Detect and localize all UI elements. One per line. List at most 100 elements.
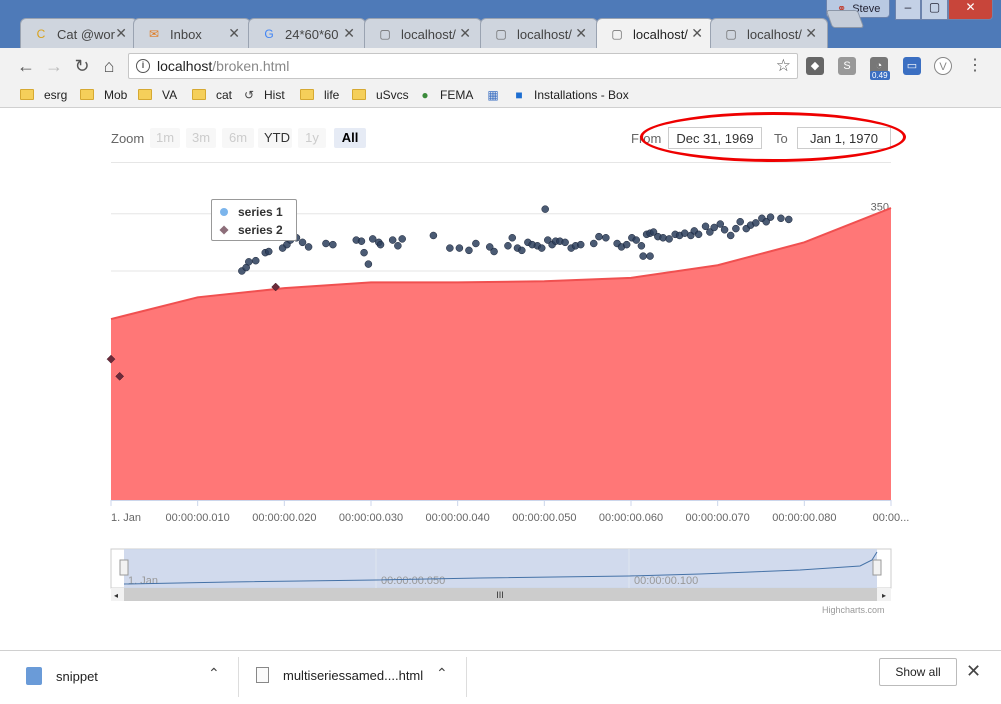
tab-close-icon[interactable]: ✕ xyxy=(575,25,587,42)
bookmark-cat[interactable]: cat xyxy=(192,88,232,102)
series-1-point[interactable] xyxy=(368,235,377,243)
chevron-up-icon[interactable]: ⌃ xyxy=(436,665,448,682)
series-1-point[interactable] xyxy=(777,214,785,223)
tab-2[interactable]: ✉ Inbox ✕ xyxy=(133,18,251,48)
bookmark-usvcs[interactable]: uSvcs xyxy=(352,88,409,102)
menu-kebab-icon[interactable]: ⋮ xyxy=(964,55,986,77)
tab-1[interactable]: C Cat @wor ✕ xyxy=(20,18,138,48)
series-1-point[interactable] xyxy=(701,222,710,231)
zoom-button-6m[interactable]: 6m xyxy=(222,128,254,148)
tab-close-icon[interactable]: ✕ xyxy=(343,25,355,42)
bookmark-hist[interactable]: ↺ Hist xyxy=(242,88,285,102)
extension-blue-icon[interactable]: ▭ xyxy=(903,57,921,75)
download-item-html[interactable]: multiseriessamed....html xyxy=(256,667,423,683)
chevron-up-icon[interactable]: ⌃ xyxy=(208,665,220,682)
scroll-left-arrow-icon[interactable]: ◂ xyxy=(114,591,118,600)
series-1-point[interactable] xyxy=(304,243,313,251)
series-1-point[interactable] xyxy=(732,224,740,233)
series-1-point[interactable] xyxy=(251,256,260,265)
show-all-button[interactable]: Show all xyxy=(879,658,957,686)
reload-icon[interactable]: ↻ xyxy=(71,55,93,77)
series-1-point[interactable] xyxy=(455,244,464,252)
series-1-point[interactable] xyxy=(465,246,473,255)
tab-close-icon[interactable]: ✕ xyxy=(691,25,703,42)
series-1-point[interactable] xyxy=(504,242,512,250)
series-1-point[interactable] xyxy=(446,244,454,252)
series-1-point[interactable] xyxy=(646,252,654,260)
series-1-point[interactable] xyxy=(264,247,273,256)
series-1-point[interactable] xyxy=(766,213,775,221)
credits-link[interactable]: Highcharts.com xyxy=(822,605,885,615)
series-1-point[interactable] xyxy=(716,220,725,228)
forward-icon[interactable]: → xyxy=(43,55,65,77)
series-1-point[interactable] xyxy=(595,232,603,241)
series-1-point[interactable] xyxy=(752,219,760,227)
zoom-button-3m[interactable]: 3m xyxy=(186,128,216,148)
tab-5[interactable]: ▢ localhost/✕ xyxy=(480,18,598,48)
new-tab-button[interactable] xyxy=(825,10,865,28)
bookmark-esrg[interactable]: esrg xyxy=(20,88,67,102)
series-1-point[interactable] xyxy=(561,238,569,247)
close-icon[interactable]: ✕ xyxy=(966,661,981,682)
navigator-handle-right[interactable] xyxy=(872,559,882,576)
series-1-point[interactable] xyxy=(508,234,517,242)
legend-item-series-2[interactable]: series 2 xyxy=(219,223,283,237)
series-1-point[interactable] xyxy=(589,239,598,248)
bookmark-installations-box[interactable]: ■ Installations - Box xyxy=(512,88,628,102)
series-1-point[interactable] xyxy=(472,239,480,248)
series-1-point[interactable] xyxy=(637,242,646,250)
series-1-point[interactable] xyxy=(490,247,498,256)
series-1-point[interactable] xyxy=(639,252,647,260)
series-1-point[interactable] xyxy=(659,234,667,242)
home-icon[interactable]: ⌂ xyxy=(98,55,120,77)
series-1-point[interactable] xyxy=(364,260,373,268)
extension-s-icon[interactable]: S xyxy=(838,57,856,75)
series-1-point[interactable] xyxy=(329,240,337,249)
tab-6[interactable]: ▢ localhost/✕ xyxy=(596,18,714,48)
series-1-point[interactable] xyxy=(357,237,366,245)
series-1-point[interactable] xyxy=(665,235,673,243)
series-1-point[interactable] xyxy=(245,258,253,266)
tab-close-icon[interactable]: ✕ xyxy=(228,25,240,42)
zoom-button-all[interactable]: All xyxy=(334,128,366,148)
series-1-point[interactable] xyxy=(360,248,368,257)
series-1-point[interactable] xyxy=(622,240,631,249)
series-1-point[interactable] xyxy=(576,240,585,249)
tab-close-icon[interactable]: ✕ xyxy=(805,25,817,42)
series-1-point[interactable] xyxy=(429,231,438,240)
zoom-button-1m[interactable]: 1m xyxy=(150,128,180,148)
bookmark-va[interactable]: VA xyxy=(138,88,177,102)
series-1-point[interactable] xyxy=(694,230,703,239)
series-1-point[interactable] xyxy=(541,205,549,213)
tab-7[interactable]: ▢ localhost/✕ xyxy=(710,18,828,48)
series-1-point[interactable] xyxy=(376,240,385,249)
bookmark-mob[interactable]: Mob xyxy=(80,88,127,102)
legend-item-series-1[interactable]: series 1 xyxy=(220,205,283,219)
zoom-button-1y[interactable]: 1y xyxy=(298,128,326,148)
extension-v-icon[interactable]: V xyxy=(934,57,952,75)
bookmark-fema[interactable]: ● FEMA xyxy=(418,88,473,102)
series-1-point[interactable] xyxy=(736,217,744,226)
series-1-point[interactable] xyxy=(298,238,307,247)
download-item-snippet[interactable]: snippet xyxy=(26,667,98,685)
series-1-point[interactable] xyxy=(388,236,397,244)
series-1-point[interactable] xyxy=(784,215,793,224)
series-1-point[interactable] xyxy=(632,236,640,244)
zoom-button-ytd[interactable]: YTD xyxy=(258,128,292,148)
bookmark-calendar[interactable]: ▦ xyxy=(486,88,508,102)
series-1-point[interactable] xyxy=(398,235,406,243)
address-bar[interactable]: i localhost/broken.html ☆ xyxy=(128,53,798,79)
series-1-point[interactable] xyxy=(537,244,546,252)
series-1-point[interactable] xyxy=(518,246,526,255)
series-1-point[interactable] xyxy=(602,234,610,242)
series-1-point[interactable] xyxy=(394,242,402,250)
bookmark-life[interactable]: life xyxy=(300,88,339,102)
tab-close-icon[interactable]: ✕ xyxy=(115,25,127,42)
series-1-point[interactable] xyxy=(720,226,729,234)
series-1-point[interactable] xyxy=(726,231,735,240)
navigator-handle-left[interactable] xyxy=(119,559,129,576)
info-icon[interactable]: i xyxy=(136,59,150,73)
tab-4[interactable]: ▢ localhost/✕ xyxy=(364,18,482,48)
scroll-right-arrow-icon[interactable]: ▸ xyxy=(882,591,886,600)
tab-3[interactable]: G 24*60*60 ✕ xyxy=(248,18,366,48)
